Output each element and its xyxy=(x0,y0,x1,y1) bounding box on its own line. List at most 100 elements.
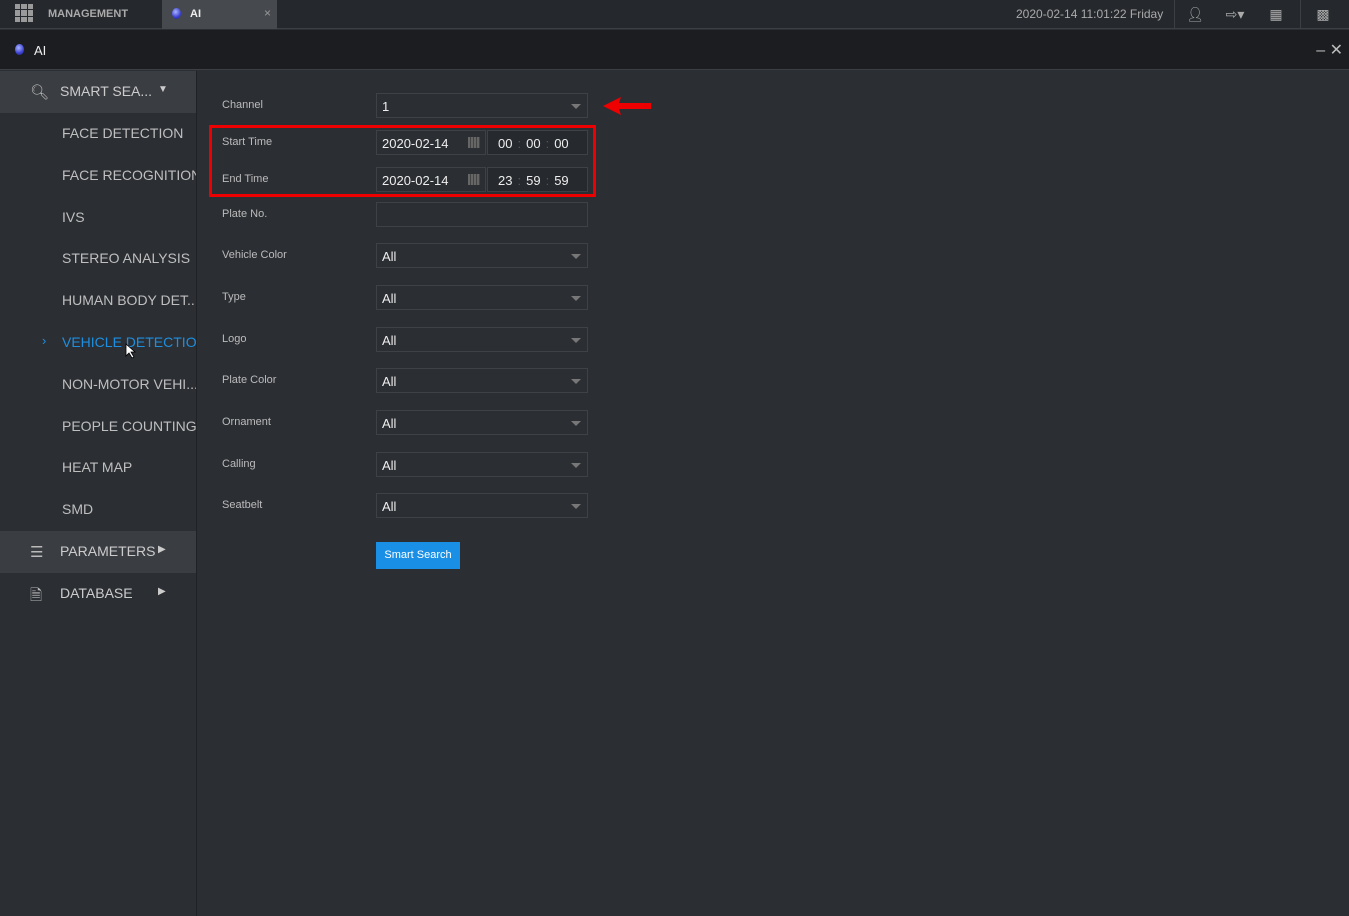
ornament-select[interactable]: All xyxy=(376,410,588,435)
sidebar-section-label: SMART SEA... xyxy=(60,83,153,99)
select-value: All xyxy=(382,458,397,473)
divider xyxy=(1174,0,1175,29)
sidebar-section-label: PARAMETERS xyxy=(60,542,156,559)
logo-select[interactable]: All xyxy=(376,327,588,352)
window-title: AI xyxy=(34,43,47,58)
end-date-value: 2020-02-14 xyxy=(382,173,449,188)
select-value: All xyxy=(382,374,397,389)
smart-search-submenu: FACE DETECTION FACE RECOGNITION IVS STER… xyxy=(0,113,196,531)
seatbelt-select[interactable]: All xyxy=(376,493,588,518)
vehicle-color-label: Vehicle Color xyxy=(222,249,287,261)
sidebar-item-label: FACE RECOGNITION xyxy=(62,166,196,183)
logout-icon[interactable]: ⇨▾ xyxy=(1220,4,1250,24)
hour[interactable]: 23 xyxy=(498,173,512,188)
tab-ai[interactable]: AI × xyxy=(162,0,277,29)
sidebar-smart-search[interactable]: 🔍︎ SMART SEA... ▼ xyxy=(0,71,196,113)
dropdown-arrow-icon xyxy=(571,296,581,301)
select-value: All xyxy=(382,499,397,514)
end-time-label: End Time xyxy=(222,173,269,185)
start-date-input[interactable]: 2020-02-14 xyxy=(376,130,486,155)
type-select[interactable]: All xyxy=(376,285,588,310)
sidebar-item-non-motor-vehicle[interactable]: NON-MOTOR VEHI... xyxy=(0,364,196,406)
sidebar-database[interactable]: 🗎︎ DATABASE ▶ xyxy=(0,572,196,615)
minute[interactable]: 59 xyxy=(526,173,540,188)
sidebar-item-label: NON-MOTOR VEHI... xyxy=(62,375,196,392)
sidebar-item-heat-map[interactable]: HEAT MAP xyxy=(0,447,196,489)
sidebar-item-face-recognition[interactable]: FACE RECOGNITION xyxy=(0,155,196,197)
select-value: All xyxy=(382,291,397,306)
sidebar-section-label: DATABASE xyxy=(60,584,133,601)
monitor-icon[interactable]: ▩ xyxy=(1311,4,1335,24)
sidebar-item-people-counting[interactable]: PEOPLE COUNTING xyxy=(0,406,196,448)
search-form: Channel 1 Start Time 2020-02-14 00:00:00… xyxy=(196,71,1349,916)
second[interactable]: 59 xyxy=(554,173,568,188)
end-time-input[interactable]: 23:59:59 xyxy=(487,167,588,192)
divider xyxy=(1300,0,1301,29)
apps-grid-icon[interactable] xyxy=(15,4,33,22)
select-value: All xyxy=(382,249,397,264)
dropdown-arrow-icon xyxy=(571,463,581,468)
plate-color-label: Plate Color xyxy=(222,374,277,386)
dropdown-arrow-icon xyxy=(571,504,581,509)
sidebar-item-stereo-analysis[interactable]: STEREO ANALYSIS xyxy=(0,238,196,280)
plate-no-input[interactable] xyxy=(376,202,588,227)
caret-down-icon: ▼ xyxy=(158,84,168,95)
start-time-input[interactable]: 00:00:00 xyxy=(487,130,588,155)
sidebar: 🔍︎ SMART SEA... ▼ FACE DETECTION FACE RE… xyxy=(0,71,196,916)
sidebar-item-label: IVS xyxy=(62,208,85,225)
dropdown-arrow-icon xyxy=(571,104,581,109)
dropdown-arrow-icon xyxy=(571,338,581,343)
dropdown-arrow-icon xyxy=(571,254,581,259)
sidebar-parameters[interactable]: ☰ PARAMETERS ▶ xyxy=(0,530,196,573)
close-button[interactable]: ✕ xyxy=(1330,42,1343,59)
red-arrow-annotation xyxy=(603,97,651,115)
hour[interactable]: 00 xyxy=(498,136,512,151)
sidebar-item-smd[interactable]: SMD xyxy=(0,489,196,531)
ornament-label: Ornament xyxy=(222,416,271,428)
smart-search-icon: 🔍︎ xyxy=(30,84,50,101)
sidebar-item-label: SMD xyxy=(62,501,94,518)
type-label: Type xyxy=(222,291,246,303)
sidebar-item-label: HUMAN BODY DET... xyxy=(62,292,196,309)
mouse-cursor-icon xyxy=(125,343,137,359)
caret-right-icon: ▶ xyxy=(158,543,166,555)
calling-select[interactable]: All xyxy=(376,452,588,477)
vehicle-color-select[interactable]: All xyxy=(376,243,588,268)
plate-color-select[interactable]: All xyxy=(376,368,588,393)
channel-select[interactable]: 1 xyxy=(376,93,588,118)
sidebar-item-label: FACE DETECTION xyxy=(62,125,184,141)
sidebar-item-human-body-detection[interactable]: HUMAN BODY DET... xyxy=(0,280,196,322)
calendar-icon[interactable] xyxy=(468,137,480,148)
channel-value: 1 xyxy=(382,99,390,114)
ai-icon xyxy=(172,8,181,19)
channel-label: Channel xyxy=(222,99,263,111)
tab-close-icon[interactable]: × xyxy=(264,6,271,20)
list-icon: ☰ xyxy=(30,543,44,561)
smart-search-button[interactable]: Smart Search xyxy=(376,542,460,569)
chevron-right-icon: › xyxy=(42,332,47,348)
end-date-input[interactable]: 2020-02-14 xyxy=(376,167,486,192)
user-icon[interactable]: 👤︎ xyxy=(1183,4,1207,24)
caret-right-icon: ▶ xyxy=(158,585,166,597)
start-date-value: 2020-02-14 xyxy=(382,136,449,151)
minute[interactable]: 00 xyxy=(526,136,540,151)
seatbelt-label: Seatbelt xyxy=(222,499,263,511)
calendar-icon[interactable] xyxy=(468,174,480,185)
sidebar-item-face-detection[interactable]: FACE DETECTION xyxy=(0,113,196,155)
calling-label: Calling xyxy=(222,458,256,470)
select-value: All xyxy=(382,333,397,348)
window-controls: – ✕ xyxy=(1316,40,1343,60)
second[interactable]: 00 xyxy=(554,136,568,151)
start-time-label: Start Time xyxy=(222,136,273,148)
database-icon: 🗎︎ xyxy=(30,586,43,604)
sidebar-item-label: HEAT MAP xyxy=(62,459,133,476)
plate-no-label: Plate No. xyxy=(222,208,268,220)
window-title-bar: AI – ✕ xyxy=(0,30,1349,70)
ai-icon xyxy=(15,44,24,55)
qr-code-icon[interactable]: ▦ xyxy=(1264,4,1288,24)
sidebar-item-ivs[interactable]: IVS xyxy=(0,197,196,239)
management-tab[interactable]: MANAGEMENT xyxy=(48,8,128,20)
minimize-button[interactable]: – xyxy=(1316,42,1325,59)
sidebar-item-label: STEREO ANALYSIS xyxy=(62,250,191,267)
sidebar-item-vehicle-detection[interactable]: › VEHICLE DETECTION xyxy=(0,322,196,364)
